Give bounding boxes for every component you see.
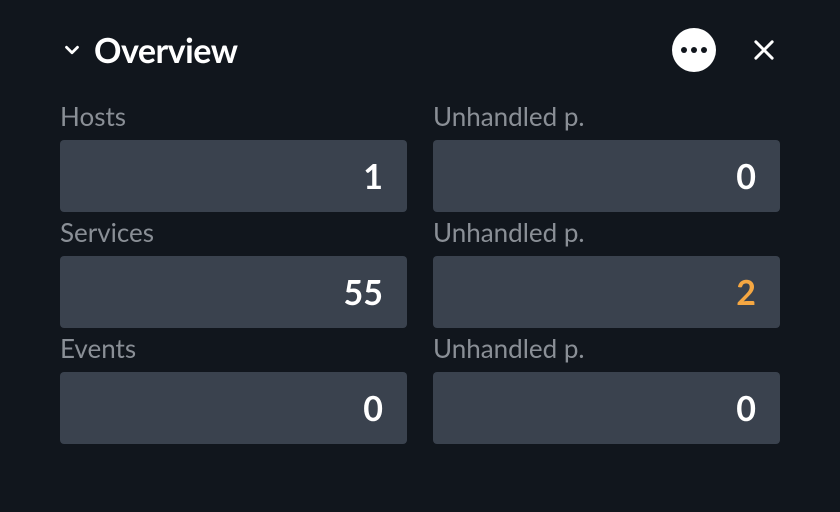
metric-label: Unhandled p. [433, 332, 780, 364]
metric-services: Services 55 [60, 216, 407, 328]
ellipsis-icon [681, 47, 687, 53]
metric-value[interactable]: 0 [433, 372, 780, 444]
metric-value[interactable]: 0 [60, 372, 407, 444]
metric-events: Events 0 [60, 332, 407, 444]
metric-label: Unhandled p. [433, 216, 780, 248]
metric-value[interactable]: 0 [433, 140, 780, 212]
ellipsis-icon [701, 47, 707, 53]
close-icon [750, 36, 778, 64]
metric-label: Events [60, 332, 407, 364]
metric-services-unhandled: Unhandled p. 2 [433, 216, 780, 328]
metric-hosts: Hosts 1 [60, 100, 407, 212]
metric-label: Unhandled p. [433, 100, 780, 132]
header-right [672, 28, 780, 72]
metric-value[interactable]: 55 [60, 256, 407, 328]
more-options-button[interactable] [672, 28, 716, 72]
metric-value[interactable]: 1 [60, 140, 407, 212]
metric-hosts-unhandled: Unhandled p. 0 [433, 100, 780, 212]
ellipsis-icon [691, 47, 697, 53]
metric-label: Hosts [60, 100, 407, 132]
metric-value[interactable]: 2 [433, 256, 780, 328]
panel-title: Overview [94, 30, 237, 71]
metric-events-unhandled: Unhandled p. 0 [433, 332, 780, 444]
header-left: Overview [60, 30, 237, 71]
chevron-down-icon[interactable] [60, 38, 84, 62]
metric-label: Services [60, 216, 407, 248]
panel-header: Overview [60, 28, 780, 72]
close-button[interactable] [748, 34, 780, 66]
metrics-grid: Hosts 1 Unhandled p. 0 Services 55 Unhan… [60, 100, 780, 448]
